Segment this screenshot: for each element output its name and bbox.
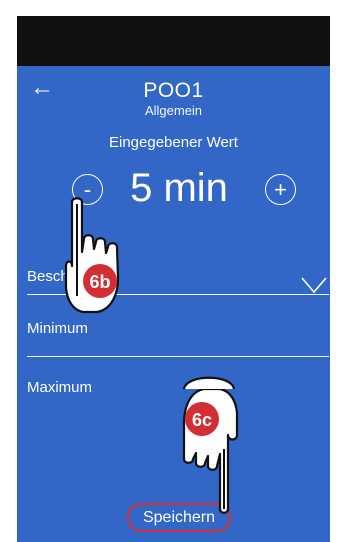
phone-screen: ← POO1 Allgemein Eingegebener Wert - 5 m… [17, 16, 330, 542]
increment-button[interactable]: + [265, 174, 296, 205]
pointing-hand-icon-6b: 6b [64, 197, 120, 314]
page-title: POO1 [143, 79, 204, 102]
chevron-down-icon[interactable] [300, 275, 328, 295]
minimum-underline [27, 356, 329, 357]
entered-value: 5 min [130, 166, 228, 210]
step-6c-badge: 6c [192, 410, 212, 430]
minimum-field-label[interactable]: Minimum [27, 320, 88, 337]
page-subtitle: Allgemein [144, 103, 203, 118]
status-bar [17, 16, 330, 66]
maximum-field-label[interactable]: Maximum [27, 379, 92, 396]
entered-value-label: Eingegebener Wert [109, 134, 238, 151]
pointing-hand-icon-6c: 6c [182, 376, 239, 514]
step-6b-badge: 6b [89, 272, 110, 292]
